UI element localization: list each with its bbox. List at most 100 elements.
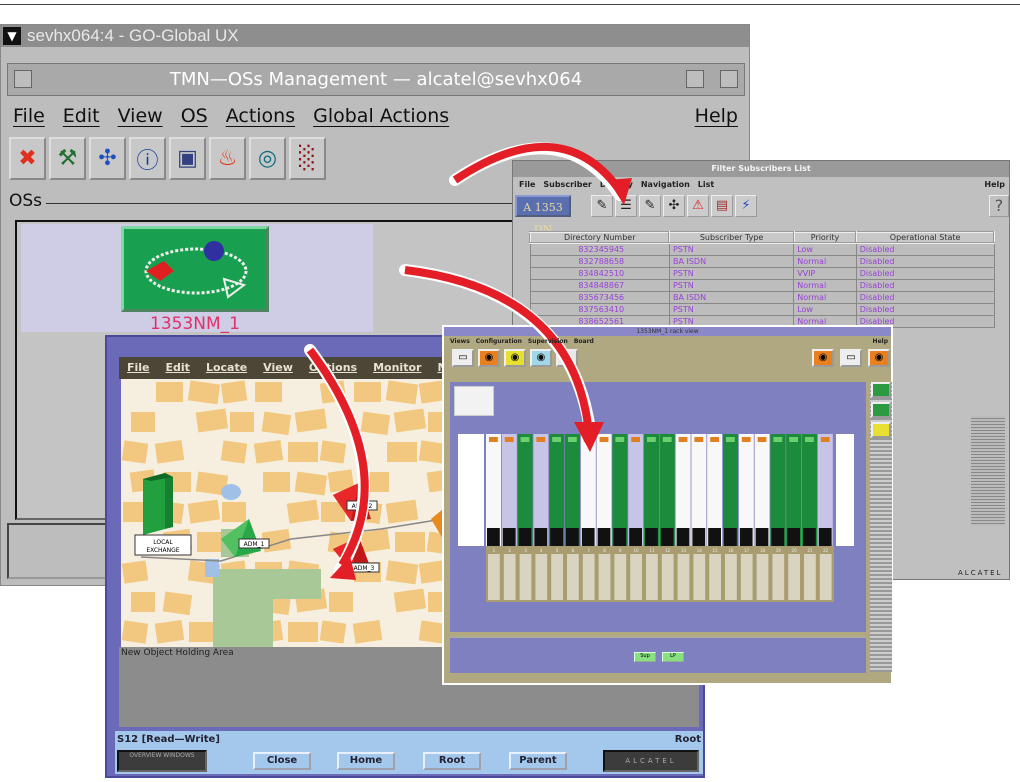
network-icon[interactable]: ✣ [663,195,685,217]
map-block [156,382,183,402]
column-header[interactable]: Directory Number [528,231,671,244]
side-button-3[interactable] [871,422,891,438]
view-icon[interactable]: ▭ [452,349,474,367]
menu-configuration[interactable]: Configuration [476,338,522,345]
menu-view[interactable]: View [118,101,163,131]
menu-file[interactable]: File [13,101,45,131]
slot-led [757,437,767,442]
table-row[interactable]: 837563410 PSTN Low Disabled [529,302,995,316]
close-icon[interactable]: ✖ [9,137,46,180]
menu-edit[interactable]: Edit [63,101,100,131]
local-exchange-building[interactable] [143,473,173,535]
menu-file[interactable]: File [519,180,535,189]
map-block [319,620,347,644]
menu-view[interactable]: View [263,357,293,379]
table-cell: Disabled [855,242,995,256]
menu-help[interactable]: Help [695,101,738,131]
critical-alarm-icon[interactable]: ◉ [868,349,890,367]
wand-icon[interactable]: ⚡ [735,195,757,217]
rack-view: 1 2 3 4 5 6 7 8 9 10 11 12 13 14 15 16 17 18 19 20 21 22 [450,382,866,632]
help-button[interactable]: ? [989,195,1009,217]
column-header[interactable]: Priority [792,231,858,244]
root-button[interactable]: Root [423,752,481,770]
edit-list-icon[interactable]: ✎ [639,195,661,217]
map-block [131,592,155,612]
adm2-label: ADM_2 [352,503,373,510]
parent-button[interactable]: Parent [509,752,567,770]
menu-supervision[interactable]: Supervision [528,338,568,345]
alarm-fire-icon[interactable]: ♨ [209,137,246,180]
menu-monitor[interactable]: Monitor [373,357,421,379]
table-icon[interactable]: ▤ [711,195,733,217]
tools-icon[interactable]: ⚒ [49,137,86,180]
menu-os[interactable]: OS [181,101,208,131]
list-icon[interactable]: ☰ [615,195,637,217]
chart-icon[interactable]: ░ [289,137,326,180]
overview-windows-button[interactable]: OVERVIEW WINDOWS [117,750,207,772]
city-map[interactable]: LOCAL EXCHANGE ADM_1 ADM_2 ADM_3 [121,379,443,647]
menu-options[interactable]: Options [309,357,357,379]
overview-map[interactable] [454,386,494,416]
cleared-alarm-icon[interactable]: ▭ [556,349,578,367]
table-cell: BA ISDN [668,254,795,268]
sup-button[interactable]: Sup [634,652,656,662]
slot-connector [660,528,674,546]
window-title: TMN—OSs Management — alcatel@sevhx064 [7,63,745,96]
panel-icon[interactable]: ▭ [840,349,862,367]
warning-alarm-icon[interactable]: ◉ [504,349,526,367]
menu-help[interactable]: Help [984,180,1005,189]
column-header[interactable]: Subscriber Type [668,231,795,244]
menu-edit[interactable]: Edit [166,357,190,379]
side-button-2[interactable] [871,402,891,418]
lp-button[interactable]: LP [662,652,684,662]
slot-number: 6 [572,548,575,553]
major-alarm-icon[interactable]: ◉ [812,349,834,367]
scroll-region[interactable] [971,416,1005,526]
menu-global-actions[interactable]: Global Actions [313,101,449,131]
menu-locate[interactable]: Locate [206,357,247,379]
connector-port [693,554,706,600]
minimize-button[interactable] [686,70,704,88]
maximize-button[interactable] [720,70,738,88]
table-cell: Disabled [855,290,995,304]
table-row[interactable]: 834848867 PSTN Normal Disabled [529,278,995,292]
map-block [393,588,427,613]
slot-led [741,437,751,442]
table-row[interactable]: 832788658 BA ISDN Normal Disabled [529,254,995,268]
monitor-icon[interactable]: ▣ [169,137,206,180]
map-block [162,591,193,616]
table-row[interactable]: 832345945 PSTN Low Disabled [529,242,995,256]
alarm-icon[interactable]: ◉ [478,349,500,367]
os-network-icon[interactable] [121,226,269,312]
connector-port [519,554,532,600]
info-alarm-icon[interactable]: ◉ [530,349,552,367]
edit-icon[interactable]: ✎ [591,195,613,217]
window-menu-button[interactable] [14,70,32,88]
close-button[interactable]: Close [253,752,311,770]
menu-list[interactable]: List [698,180,714,189]
network-icon[interactable]: ✣ [89,137,126,180]
table-cell: Disabled [855,254,995,268]
globe-icon[interactable]: ◎ [249,137,286,180]
menu-display[interactable]: Display [600,180,633,189]
table-row[interactable]: 835673456 BA ISDN Normal Disabled [529,290,995,304]
info-icon[interactable]: ⓘ [129,137,166,180]
menu-board[interactable]: Board [574,338,594,345]
slot-number: 4 [540,548,543,553]
table-row[interactable]: 834842510 PSTN VVIP Disabled [529,266,995,280]
menu-actions[interactable]: Actions [226,101,295,131]
warning-icon[interactable]: ⚠ [687,195,709,217]
menu-file[interactable]: File [127,357,150,379]
slot-number: 20 [792,548,798,553]
home-button[interactable]: Home [337,752,395,770]
menu-subscriber[interactable]: Subscriber [543,180,591,189]
side-button-1[interactable] [871,382,891,398]
button-row: OVERVIEW WINDOWS Close Home Root Parent … [115,748,703,774]
menu-navigation[interactable]: Navigation [641,180,690,189]
menu-views[interactable]: Views [450,338,470,345]
menu-help[interactable]: Help [873,338,888,345]
table-cell: Normal [793,290,857,304]
column-header[interactable]: Operational State [855,231,995,244]
connector-port [772,554,785,600]
os-item-label[interactable]: 1353NM_1 [121,314,269,334]
